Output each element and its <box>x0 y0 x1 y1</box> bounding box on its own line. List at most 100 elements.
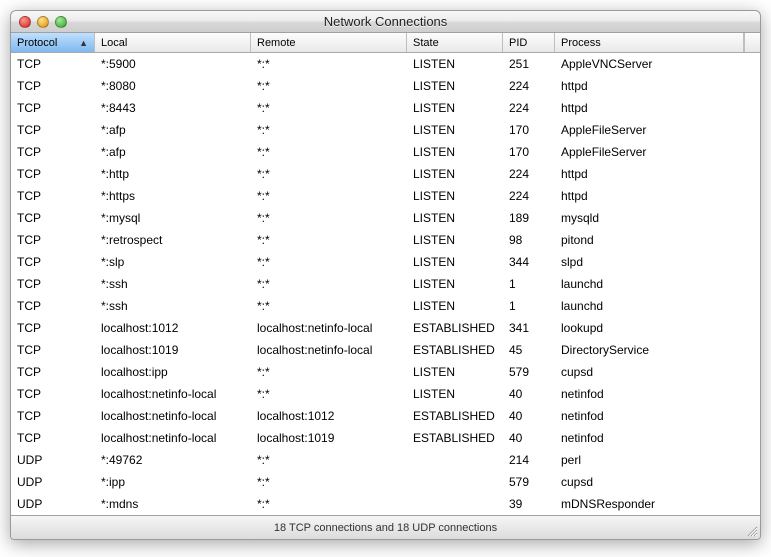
resize-grip[interactable] <box>745 524 758 537</box>
table-row[interactable]: TCP*:afp*:*LISTEN170AppleFileServer <box>11 141 760 163</box>
table-row[interactable]: TCPlocalhost:netinfo-locallocalhost:1012… <box>11 405 760 427</box>
cell-process: httpd <box>555 167 760 181</box>
status-text: 18 TCP connections and 18 UDP connection… <box>274 522 497 534</box>
cell-pid: 251 <box>503 57 555 71</box>
cell-state: LISTEN <box>407 79 503 93</box>
column-header-protocol[interactable]: Protocol ▲ <box>11 33 95 52</box>
cell-protocol: TCP <box>11 189 95 203</box>
table-row[interactable]: UDP*:49762*:*214perl <box>11 449 760 471</box>
cell-local: localhost:netinfo-local <box>95 431 251 445</box>
cell-remote: localhost:netinfo-local <box>251 343 407 357</box>
table-row[interactable]: TCP*:ssh*:*LISTEN1launchd <box>11 273 760 295</box>
minimize-button[interactable] <box>37 16 49 28</box>
cell-process: mDNSResponder <box>555 497 760 511</box>
cell-protocol: UDP <box>11 475 95 489</box>
cell-remote: *:* <box>251 189 407 203</box>
table-header: Protocol ▲ Local Remote State PID Proces… <box>11 33 760 53</box>
column-header-local[interactable]: Local <box>95 33 251 52</box>
cell-state: LISTEN <box>407 233 503 247</box>
table-row[interactable]: UDP*:ipp*:*579cupsd <box>11 471 760 493</box>
window-title: Network Connections <box>11 14 760 29</box>
cell-state: LISTEN <box>407 189 503 203</box>
column-header-process[interactable]: Process <box>555 33 744 52</box>
cell-remote: *:* <box>251 453 407 467</box>
cell-state: LISTEN <box>407 211 503 225</box>
cell-protocol: TCP <box>11 233 95 247</box>
zoom-button[interactable] <box>55 16 67 28</box>
close-button[interactable] <box>19 16 31 28</box>
table-row[interactable]: TCP*:8080*:*LISTEN224httpd <box>11 75 760 97</box>
cell-local: *:afp <box>95 123 251 137</box>
cell-state: LISTEN <box>407 277 503 291</box>
cell-pid: 224 <box>503 101 555 115</box>
cell-process: lookupd <box>555 321 760 335</box>
cell-process: slpd <box>555 255 760 269</box>
cell-protocol: UDP <box>11 497 95 511</box>
table-row[interactable]: TCPlocalhost:1012localhost:netinfo-local… <box>11 317 760 339</box>
cell-protocol: UDP <box>11 453 95 467</box>
cell-remote: localhost:1012 <box>251 409 407 423</box>
cell-remote: *:* <box>251 79 407 93</box>
table-row[interactable]: TCP*:afp*:*LISTEN170AppleFileServer <box>11 119 760 141</box>
cell-process: perl <box>555 453 760 467</box>
cell-remote: *:* <box>251 145 407 159</box>
table-row[interactable]: TCPlocalhost:netinfo-locallocalhost:1019… <box>11 427 760 449</box>
table-row[interactable]: TCP*:mysql*:*LISTEN189mysqld <box>11 207 760 229</box>
cell-pid: 224 <box>503 79 555 93</box>
table-row[interactable]: TCP*:5900*:*LISTEN251AppleVNCServer <box>11 53 760 75</box>
table-row[interactable]: TCPlocalhost:1019localhost:netinfo-local… <box>11 339 760 361</box>
cell-process: netinfod <box>555 387 760 401</box>
cell-local: *:http <box>95 167 251 181</box>
column-header-pid[interactable]: PID <box>503 33 555 52</box>
cell-remote: *:* <box>251 387 407 401</box>
column-header-state[interactable]: State <box>407 33 503 52</box>
table-row[interactable]: TCP*:https*:*LISTEN224httpd <box>11 185 760 207</box>
cell-state: LISTEN <box>407 299 503 313</box>
table-body[interactable]: TCP*:5900*:*LISTEN251AppleVNCServerTCP*:… <box>11 53 760 515</box>
cell-state: ESTABLISHED <box>407 343 503 357</box>
table-row[interactable]: TCPlocalhost:netinfo-local*:*LISTEN40net… <box>11 383 760 405</box>
cell-remote: localhost:1019 <box>251 431 407 445</box>
cell-process: netinfod <box>555 431 760 445</box>
cell-state: LISTEN <box>407 387 503 401</box>
cell-state: LISTEN <box>407 145 503 159</box>
traffic-lights <box>11 16 67 28</box>
table-row[interactable]: TCP*:retrospect*:*LISTEN98pitond <box>11 229 760 251</box>
cell-protocol: TCP <box>11 101 95 115</box>
titlebar[interactable]: Network Connections <box>11 11 760 33</box>
cell-protocol: TCP <box>11 343 95 357</box>
table-row[interactable]: TCP*:http*:*LISTEN224httpd <box>11 163 760 185</box>
column-header-label: Process <box>561 37 601 49</box>
cell-state: ESTABLISHED <box>407 409 503 423</box>
cell-local: *:afp <box>95 145 251 159</box>
cell-process: AppleFileServer <box>555 145 760 159</box>
cell-protocol: TCP <box>11 387 95 401</box>
table-row[interactable]: TCP*:slp*:*LISTEN344slpd <box>11 251 760 273</box>
cell-local: *:retrospect <box>95 233 251 247</box>
cell-local: *:8443 <box>95 101 251 115</box>
cell-local: *:5900 <box>95 57 251 71</box>
column-header-label: PID <box>509 37 527 49</box>
cell-local: *:8080 <box>95 79 251 93</box>
cell-protocol: TCP <box>11 57 95 71</box>
cell-remote: *:* <box>251 123 407 137</box>
cell-process: httpd <box>555 79 760 93</box>
cell-protocol: TCP <box>11 211 95 225</box>
cell-process: cupsd <box>555 475 760 489</box>
cell-process: AppleFileServer <box>555 123 760 137</box>
table-row[interactable]: TCP*:8443*:*LISTEN224httpd <box>11 97 760 119</box>
cell-remote: *:* <box>251 299 407 313</box>
table-row[interactable]: TCP*:ssh*:*LISTEN1launchd <box>11 295 760 317</box>
cell-state: ESTABLISHED <box>407 431 503 445</box>
cell-protocol: TCP <box>11 255 95 269</box>
cell-process: mysqld <box>555 211 760 225</box>
table-row[interactable]: UDP*:mdns*:*39mDNSResponder <box>11 493 760 515</box>
cell-pid: 40 <box>503 431 555 445</box>
cell-local: *:https <box>95 189 251 203</box>
cell-state: LISTEN <box>407 123 503 137</box>
column-header-remote[interactable]: Remote <box>251 33 407 52</box>
cell-process: cupsd <box>555 365 760 379</box>
table-row[interactable]: TCPlocalhost:ipp*:*LISTEN579cupsd <box>11 361 760 383</box>
cell-pid: 170 <box>503 123 555 137</box>
cell-pid: 45 <box>503 343 555 357</box>
